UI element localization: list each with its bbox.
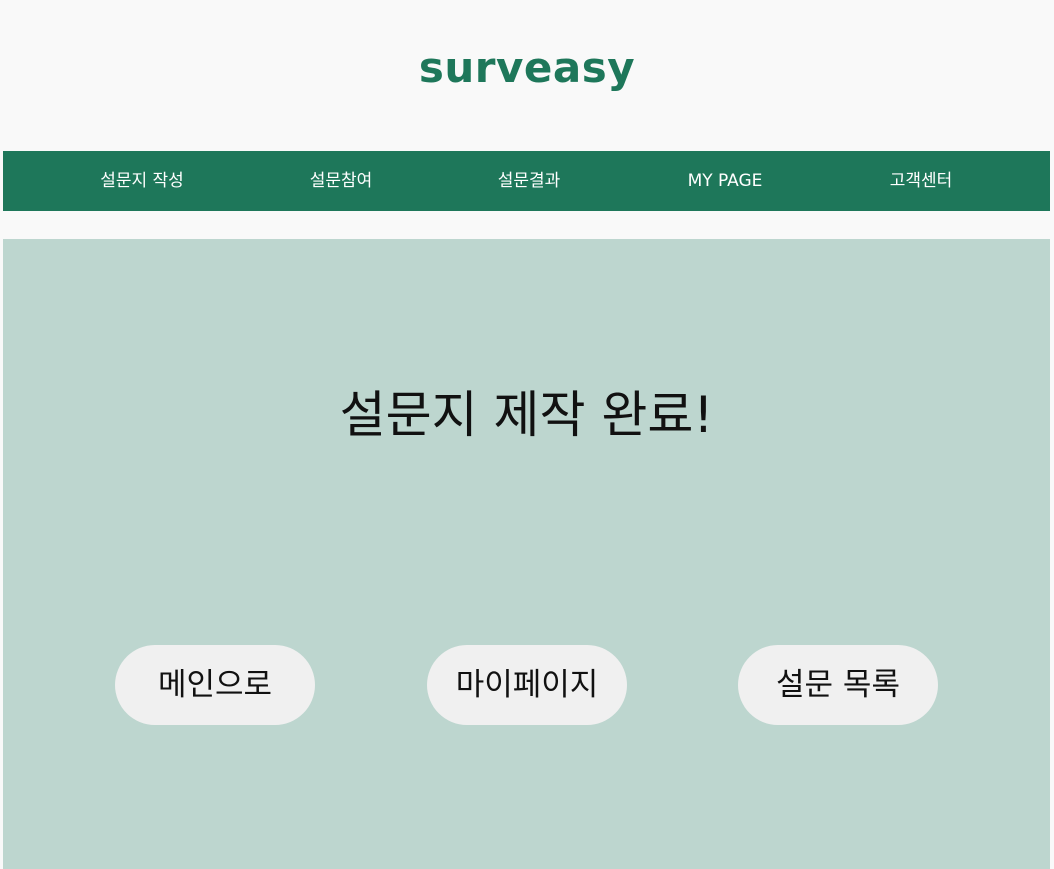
- go-main-button[interactable]: 메인으로: [115, 645, 315, 725]
- go-mypage-button[interactable]: 마이페이지: [427, 645, 627, 725]
- nav-item-create-survey[interactable]: 설문지 작성: [100, 151, 184, 211]
- nav-item-results[interactable]: 설문결과: [498, 151, 561, 211]
- site-logo[interactable]: surveasy: [0, 38, 1054, 98]
- completion-title: 설문지 제작 완료!: [339, 386, 714, 444]
- nav-item-my-page[interactable]: MY PAGE: [688, 151, 763, 211]
- nav-item-customer-center[interactable]: 고객센터: [890, 151, 953, 211]
- nav-item-participate[interactable]: 설문참여: [310, 151, 373, 211]
- completion-panel: 설문지 제작 완료! 메인으로 마이페이지 설문 목록: [3, 239, 1050, 869]
- survey-list-button[interactable]: 설문 목록: [738, 645, 938, 725]
- main-nav: 설문지 작성 설문참여 설문결과 MY PAGE 고객센터: [3, 151, 1050, 211]
